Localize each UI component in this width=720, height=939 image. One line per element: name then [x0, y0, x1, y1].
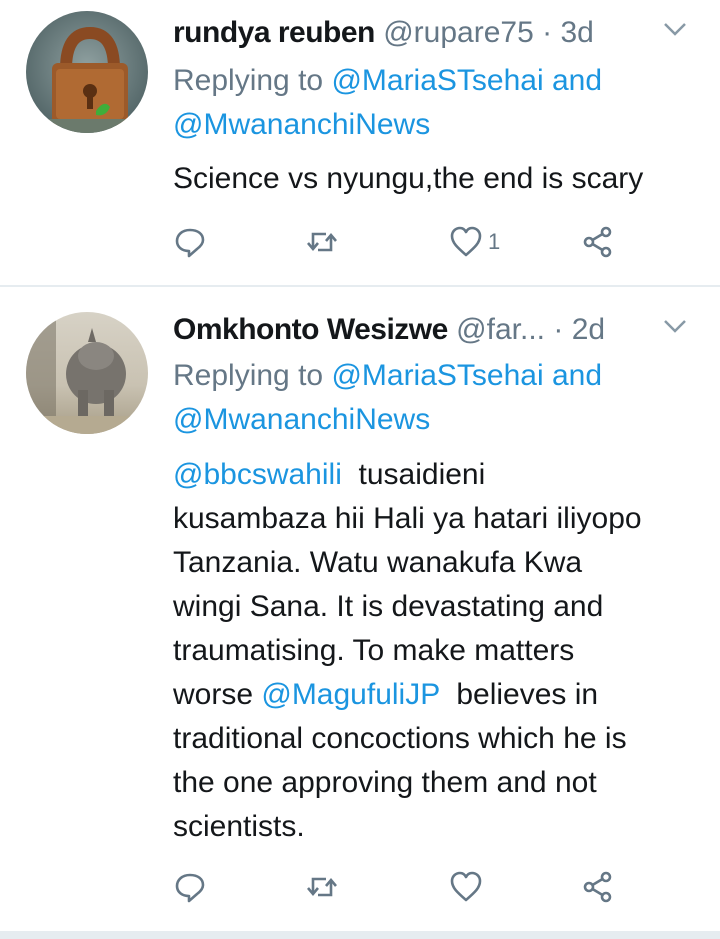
- like-icon: [450, 871, 482, 902]
- tweet-actions: [172, 867, 630, 907]
- share-icon: [583, 871, 612, 903]
- like-count: 1: [488, 229, 501, 254]
- retweet-icon: [307, 232, 337, 252]
- tweet-text: @bbcswahili tusaidieni kusambaza hii Hal…: [173, 453, 700, 849]
- replying-prefix: Replying to: [173, 64, 332, 97]
- share-icon: [583, 226, 612, 258]
- retweet-button[interactable]: [304, 222, 340, 262]
- like-button[interactable]: 1: [448, 222, 500, 262]
- mention-link[interactable]: @MwananchiNews: [173, 403, 430, 436]
- reply-button[interactable]: [172, 222, 208, 262]
- tweet-text: Science vs nyungu,the end is scary: [173, 162, 644, 195]
- chevron-down-icon[interactable]: [662, 19, 688, 39]
- replying-to: Replying to @MariaSTsehai and @Mwananchi…: [173, 59, 700, 147]
- tweet[interactable]: Omkhonto Wesizwe @far... · 2d Replying t…: [0, 287, 720, 931]
- reply-button[interactable]: [172, 867, 208, 907]
- retweet-icon: [307, 877, 337, 897]
- padlock-image: [26, 11, 148, 133]
- retweet-button[interactable]: [304, 867, 340, 907]
- replying-prefix: Replying to: [173, 359, 332, 392]
- tweet-actions: 1: [172, 222, 630, 262]
- separator-dot: ·: [542, 16, 553, 49]
- avatar[interactable]: [26, 11, 148, 133]
- reply-icon: [175, 873, 205, 903]
- like-icon: [450, 226, 482, 257]
- like-button[interactable]: [448, 867, 488, 907]
- user-handle[interactable]: @far...: [456, 313, 545, 346]
- timestamp[interactable]: 2d: [572, 313, 605, 346]
- replying-and[interactable]: and: [544, 64, 602, 97]
- chevron-down-icon[interactable]: [662, 316, 688, 336]
- replying-to: Replying to @MariaSTsehai and @Mwananchi…: [173, 354, 700, 442]
- display-name[interactable]: Omkhonto Wesizwe: [173, 313, 448, 346]
- user-handle[interactable]: @rupare75: [383, 16, 534, 49]
- avatar[interactable]: [26, 312, 148, 434]
- mention-link[interactable]: @MwananchiNews: [173, 108, 430, 141]
- share-button[interactable]: [580, 867, 616, 907]
- mention-link[interactable]: @MagufuliJP: [261, 678, 439, 711]
- mention-link[interactable]: @bbcswahili: [173, 458, 342, 491]
- reply-icon: [175, 228, 205, 258]
- separator-dot: ·: [553, 313, 564, 346]
- timestamp[interactable]: 3d: [560, 16, 593, 49]
- tweet-header: Omkhonto Wesizwe @far... · 2d: [173, 310, 690, 350]
- mention-link[interactable]: @MariaSTsehai: [331, 64, 543, 97]
- rhino-image: [26, 312, 148, 434]
- tweet-text-part: tusaidieni kusambaza hii Hali ya hatari …: [173, 458, 642, 711]
- tweet[interactable]: rundya reuben @rupare75 · 3d Replying to…: [0, 0, 720, 285]
- replying-and[interactable]: and: [544, 359, 602, 392]
- tweet-header: rundya reuben @rupare75 · 3d: [173, 13, 690, 53]
- display-name[interactable]: rundya reuben: [173, 16, 375, 49]
- tweet-divider: [0, 931, 720, 939]
- share-button[interactable]: [580, 222, 616, 262]
- mention-link[interactable]: @MariaSTsehai: [331, 359, 543, 392]
